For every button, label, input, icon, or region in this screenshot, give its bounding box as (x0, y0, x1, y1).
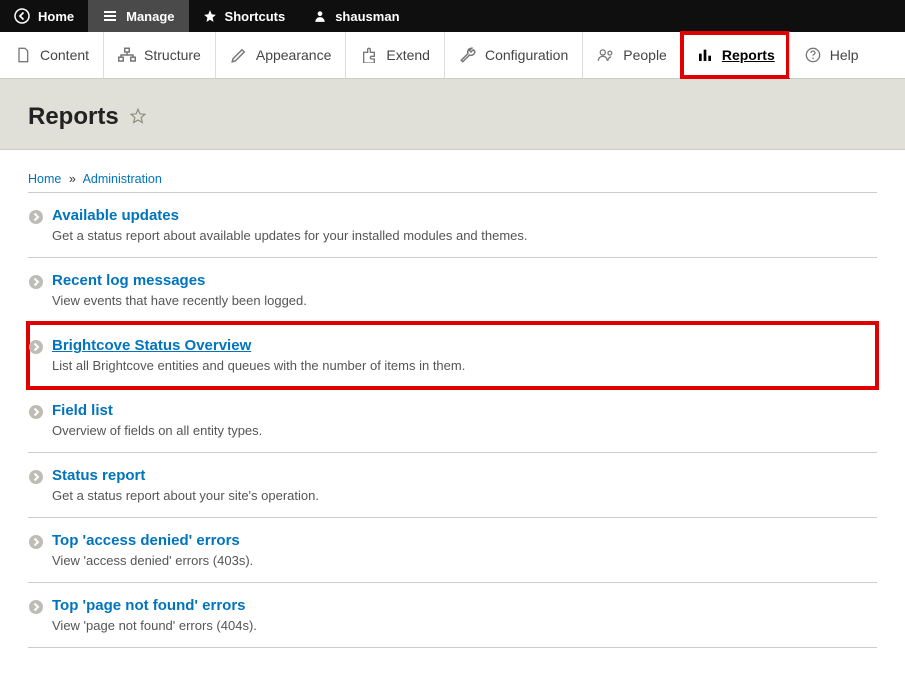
help-icon (804, 46, 822, 64)
report-description: View 'access denied' errors (403s). (52, 553, 877, 568)
report-description: Get a status report about your site's op… (52, 488, 877, 503)
breadcrumb-separator: » (69, 172, 76, 186)
tab-reports[interactable]: Reports (681, 32, 789, 78)
reports-panel: Available updates Get a status report abo… (28, 192, 877, 648)
tab-help-label: Help (830, 47, 859, 63)
chevron-right-icon (28, 469, 44, 485)
favorite-star-icon[interactable] (129, 107, 147, 128)
toolbar-manage[interactable]: Manage (88, 0, 188, 32)
tab-help[interactable]: Help (789, 32, 873, 78)
tab-extend-label: Extend (386, 47, 430, 63)
user-icon (313, 9, 327, 23)
tab-configuration[interactable]: Configuration (444, 32, 582, 78)
report-link[interactable]: Recent log messages (52, 272, 205, 289)
tab-people[interactable]: People (582, 32, 681, 78)
report-item: Top 'page not found' errors View 'page no… (28, 583, 877, 648)
report-item: Brightcove Status Overview List all Brigh… (28, 323, 877, 388)
report-link[interactable]: Available updates (52, 207, 179, 224)
breadcrumb-home[interactable]: Home (28, 172, 61, 186)
extend-icon (360, 46, 378, 64)
breadcrumb-admin[interactable]: Administration (83, 172, 162, 186)
report-link[interactable]: Brightcove Status Overview (52, 337, 251, 354)
toolbar-home[interactable]: Home (0, 0, 88, 32)
breadcrumb: Home » Administration (28, 172, 877, 186)
page-header: Reports (0, 79, 905, 150)
report-description: Get a status report about available upda… (52, 228, 877, 243)
appearance-icon (230, 46, 248, 64)
back-icon (14, 8, 30, 24)
chevron-right-icon (28, 274, 44, 290)
tab-extend[interactable]: Extend (345, 32, 444, 78)
chevron-right-icon (28, 534, 44, 550)
report-description: View events that have recently been logg… (52, 293, 877, 308)
page-title: Reports (28, 103, 119, 131)
star-icon (203, 9, 217, 23)
report-item: Field list Overview of fields on all enti… (28, 388, 877, 453)
tab-reports-label: Reports (722, 47, 775, 63)
report-description: View 'page not found' errors (404s). (52, 618, 877, 633)
report-link[interactable]: Status report (52, 467, 145, 484)
content-icon (14, 46, 32, 64)
report-description: List all Brightcove entities and queues … (52, 358, 877, 373)
report-link[interactable]: Top 'page not found' errors (52, 597, 246, 614)
report-link[interactable]: Field list (52, 402, 113, 419)
chevron-right-icon (28, 339, 44, 355)
toolbar-user[interactable]: shausman (299, 0, 413, 32)
structure-icon (118, 46, 136, 64)
top-toolbar: Home Manage Shortcuts shausman (0, 0, 905, 32)
report-item: Recent log messages View events that have… (28, 258, 877, 323)
toolbar-home-label: Home (38, 9, 74, 24)
tab-content[interactable]: Content (0, 32, 103, 78)
report-link[interactable]: Top 'access denied' errors (52, 532, 240, 549)
wrench-icon (459, 46, 477, 64)
toolbar-manage-label: Manage (126, 9, 174, 24)
toolbar-shortcuts-label: Shortcuts (225, 9, 286, 24)
chevron-right-icon (28, 209, 44, 225)
tab-structure-label: Structure (144, 47, 201, 63)
menu-icon (102, 8, 118, 24)
tab-appearance-label: Appearance (256, 47, 332, 63)
tab-people-label: People (623, 47, 667, 63)
admin-tabs: Content Structure Appearance Extend Conf… (0, 32, 905, 79)
toolbar-user-label: shausman (335, 9, 399, 24)
toolbar-shortcuts[interactable]: Shortcuts (189, 0, 300, 32)
report-item: Available updates Get a status report abo… (28, 193, 877, 258)
main-content: Home » Administration Available updates G… (0, 150, 905, 678)
people-icon (597, 46, 615, 64)
reports-icon (696, 46, 714, 64)
tab-structure[interactable]: Structure (103, 32, 215, 78)
tab-appearance[interactable]: Appearance (215, 32, 346, 78)
report-item: Top 'access denied' errors View 'access d… (28, 518, 877, 583)
report-item: Status report Get a status report about y… (28, 453, 877, 518)
chevron-right-icon (28, 404, 44, 420)
tab-configuration-label: Configuration (485, 47, 568, 63)
tab-content-label: Content (40, 47, 89, 63)
report-description: Overview of fields on all entity types. (52, 423, 877, 438)
chevron-right-icon (28, 599, 44, 615)
